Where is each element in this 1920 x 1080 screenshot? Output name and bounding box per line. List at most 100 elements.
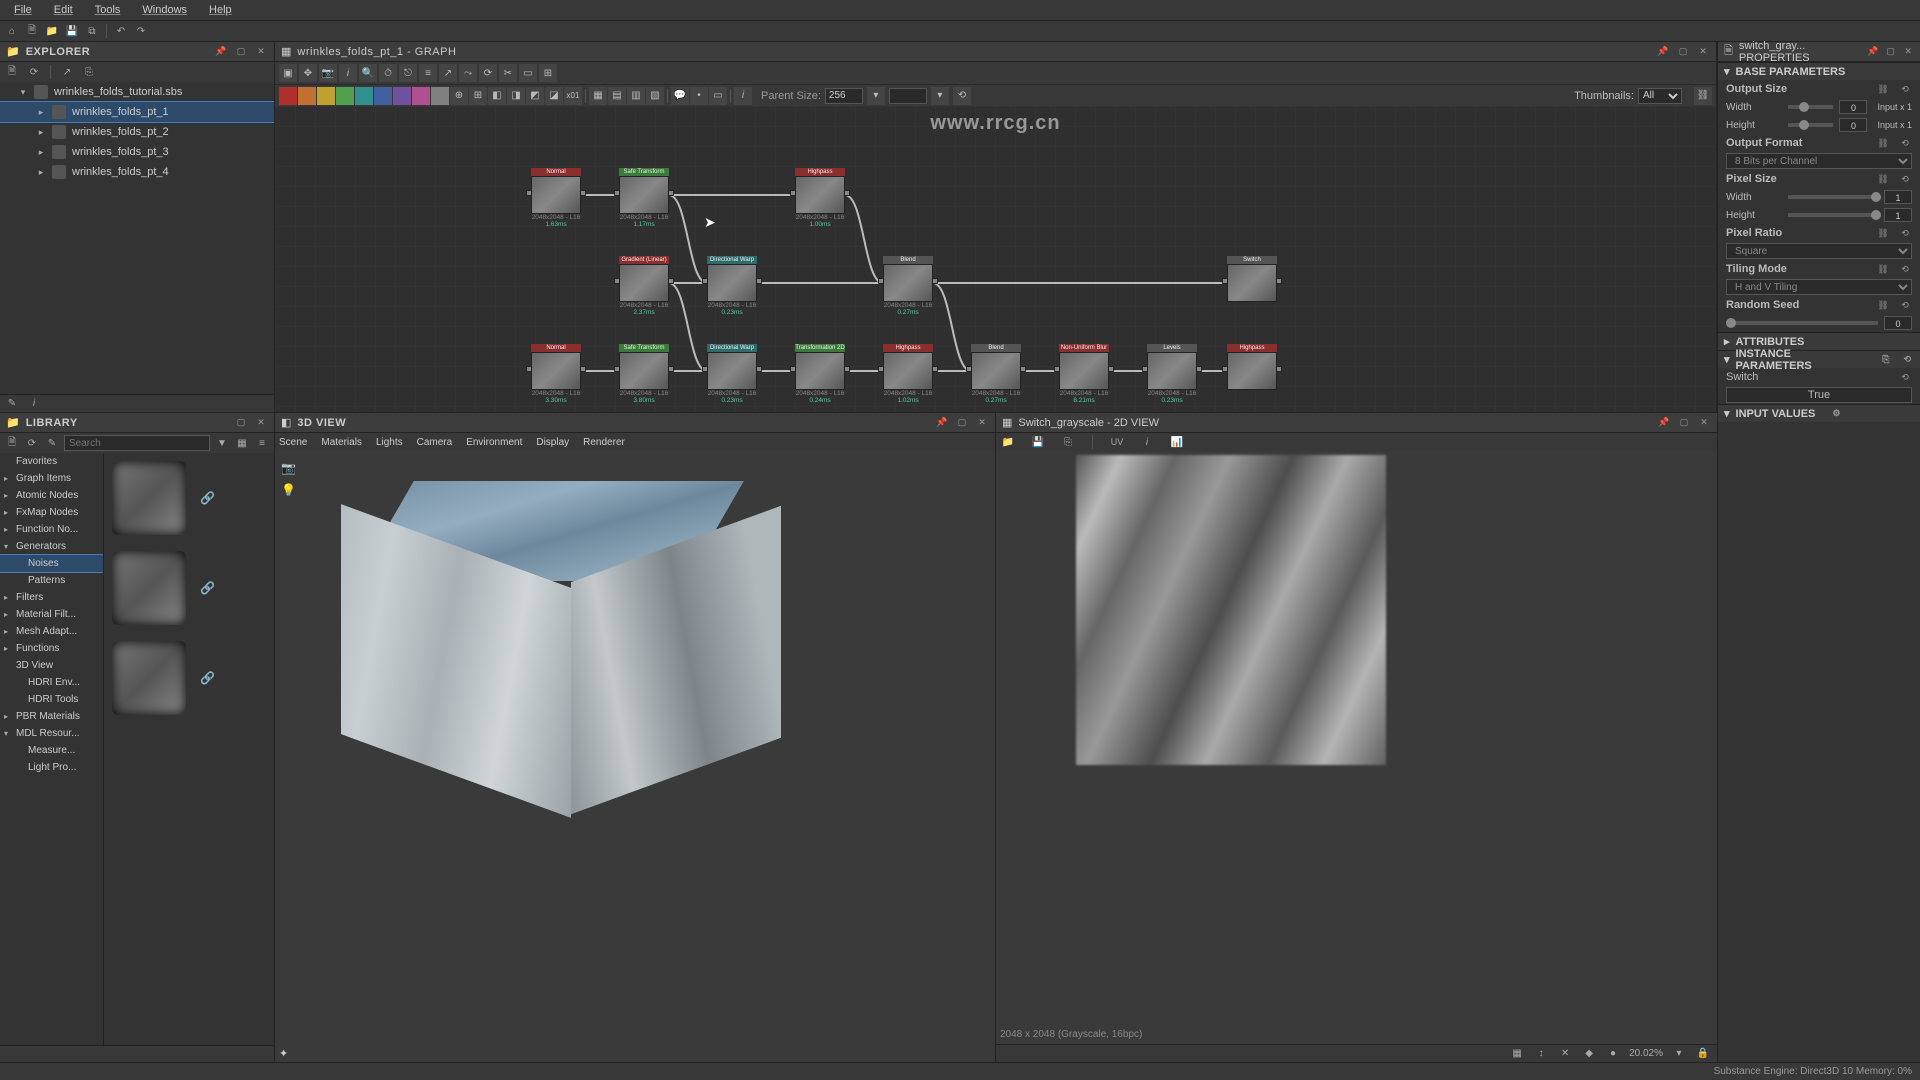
pin-icon[interactable]: 📌 [1867, 45, 1879, 59]
view3d-menu-environment[interactable]: Environment [466, 437, 522, 448]
node-port-output[interactable] [932, 278, 938, 284]
node-port-input[interactable] [1054, 366, 1060, 372]
view3d-menu-lights[interactable]: Lights [376, 437, 403, 448]
reset-icon[interactable]: ⟲ [1898, 136, 1912, 150]
node-port-output[interactable] [668, 190, 674, 196]
library-tree-item[interactable]: ▸Filters [0, 589, 103, 606]
tiling-icon[interactable]: ✕ [1557, 1046, 1573, 1062]
node-color-grey[interactable] [431, 87, 449, 105]
menu-edit[interactable]: Edit [44, 2, 83, 18]
cut-icon[interactable]: ✂ [499, 64, 517, 82]
close-icon[interactable]: ✕ [975, 416, 989, 430]
tool[interactable]: ▤ [608, 87, 626, 105]
library-tree-item[interactable]: ▸Graph Items [0, 470, 103, 487]
axis-gizmo-icon[interactable]: ✦ [279, 1047, 288, 1060]
link-icon[interactable]: ⎋ [399, 64, 417, 82]
library-tree-item[interactable]: HDRI Env... [0, 674, 103, 691]
node-port-input[interactable] [878, 366, 884, 372]
zoom-icon[interactable]: 🔍 [359, 64, 377, 82]
menu-help[interactable]: Help [199, 2, 242, 18]
menu-file[interactable]: File [4, 2, 42, 18]
library-tree-item[interactable]: Noises [0, 555, 103, 572]
height-slider[interactable] [1788, 123, 1833, 127]
library-tree-item[interactable]: HDRI Tools [0, 691, 103, 708]
redo-icon[interactable]: ↷ [133, 23, 149, 39]
reset-icon[interactable]: ⟲ [1898, 226, 1912, 240]
random-seed-slider[interactable] [1726, 321, 1878, 325]
library-thumb-item[interactable]: 🔗 [112, 551, 266, 625]
tool[interactable]: ⊕ [450, 87, 468, 105]
view3d-viewport[interactable]: 📷 💡 ✦ [275, 451, 995, 1062]
parent-size-h-input[interactable] [889, 88, 927, 104]
graph-node[interactable]: Safe Transform Plus2048x2048 - L163.80ms [619, 344, 669, 404]
export-icon[interactable]: ↗ [59, 64, 75, 80]
pin-icon[interactable]: 📌 [214, 45, 228, 59]
view3d-menu-materials[interactable]: Materials [321, 437, 362, 448]
graph-node[interactable]: Directional Warp2048x2048 - L160.23ms [707, 344, 757, 404]
view3d-menu-display[interactable]: Display [536, 437, 569, 448]
tool[interactable]: ◪ [545, 87, 563, 105]
refresh-icon[interactable]: ⟳ [24, 435, 40, 451]
tiling-mode-select[interactable]: H and V Tiling [1726, 279, 1912, 295]
home-icon[interactable]: ⌂ [4, 23, 20, 39]
node-port-output[interactable] [1108, 366, 1114, 372]
close-icon[interactable]: ✕ [1697, 416, 1711, 430]
link-icon[interactable]: ⛓ [1876, 226, 1890, 240]
link-icon[interactable]: ⎘ [81, 64, 97, 80]
close-icon[interactable]: ✕ [254, 45, 268, 59]
grid-icon[interactable]: ▦ [1509, 1046, 1525, 1062]
info-icon[interactable]: i [734, 87, 752, 105]
center-icon[interactable]: ✥ [299, 64, 317, 82]
zoom-dropdown-icon[interactable]: ▾ [1671, 1046, 1687, 1062]
node-port-output[interactable] [1276, 366, 1282, 372]
snapshot-icon[interactable]: 📷 [319, 64, 337, 82]
node-port-input[interactable] [790, 190, 796, 196]
popout-icon[interactable]: ▢ [234, 416, 248, 430]
graph-node[interactable]: Directional Warp2048x2048 - L160.23ms [707, 256, 757, 316]
close-icon[interactable]: ✕ [1696, 45, 1710, 59]
tool[interactable]: ◩ [526, 87, 544, 105]
library-thumb-item[interactable]: 🔗 [112, 641, 266, 715]
library-tree-item[interactable]: Favorites [0, 453, 103, 470]
link-icon[interactable]: ⛓ [1876, 298, 1890, 312]
node-port-input[interactable] [702, 366, 708, 372]
pin-icon[interactable]: 📌 [935, 416, 949, 430]
node-port-output[interactable] [756, 366, 762, 372]
graph-node[interactable]: Highpass Grayscale2048x2048 - L161.02ms [883, 344, 933, 404]
view3d-menu-scene[interactable]: Scene [279, 437, 307, 448]
graph-node[interactable]: Highpass Grayscale2048x2048 - L161.00ms [795, 168, 845, 228]
node-port-output[interactable] [1020, 366, 1026, 372]
refresh-icon[interactable]: ⟳ [26, 64, 42, 80]
fit-icon[interactable]: ▣ [279, 64, 297, 82]
node-color-green[interactable] [336, 87, 354, 105]
thumbnails-select[interactable]: All [1638, 88, 1682, 104]
section-base-parameters[interactable]: ▾ BASE PARAMETERS [1718, 62, 1920, 80]
tree-item[interactable]: ▸ wrinkles_folds_pt_1 [0, 102, 274, 122]
library-tree-item[interactable]: ▾Generators [0, 538, 103, 555]
parent-size-w-input[interactable] [825, 88, 863, 104]
comment-icon[interactable]: 💬 [671, 87, 689, 105]
graph-node[interactable]: Non-Uniform Blur Gray2048x2048 - L168.21… [1059, 344, 1109, 404]
pixel-height-slider[interactable] [1788, 213, 1878, 217]
view3d-menu-renderer[interactable]: Renderer [583, 437, 625, 448]
library-tree-item[interactable]: Measure... [0, 742, 103, 759]
undo-icon[interactable]: ↶ [113, 23, 129, 39]
tool[interactable]: ⊞ [469, 87, 487, 105]
node-color-teal[interactable] [355, 87, 373, 105]
grid-view-icon[interactable]: ▦ [234, 435, 250, 451]
node-port-input[interactable] [614, 366, 620, 372]
node-port-output[interactable] [1276, 278, 1282, 284]
library-tree-item[interactable]: ▸PBR Materials [0, 708, 103, 725]
pin-icon[interactable]: 📌 [1656, 45, 1670, 59]
link-icon[interactable]: ⛓ [1876, 172, 1890, 186]
reset-icon[interactable]: ⟲ [1898, 262, 1912, 276]
width-value[interactable]: 0 [1839, 100, 1867, 114]
node-color-purple[interactable] [393, 87, 411, 105]
pixel-width-value[interactable]: 1 [1884, 190, 1912, 204]
tree-item[interactable]: ▸ wrinkles_folds_pt_3 [0, 142, 274, 162]
graph-node[interactable]: Transformation 2D2048x2048 - L160.24ms [795, 344, 845, 404]
node-port-output[interactable] [668, 278, 674, 284]
tool[interactable]: ▧ [646, 87, 664, 105]
graph-node[interactable]: Switch [1227, 256, 1277, 302]
view3d-menu-camera[interactable]: Camera [417, 437, 453, 448]
